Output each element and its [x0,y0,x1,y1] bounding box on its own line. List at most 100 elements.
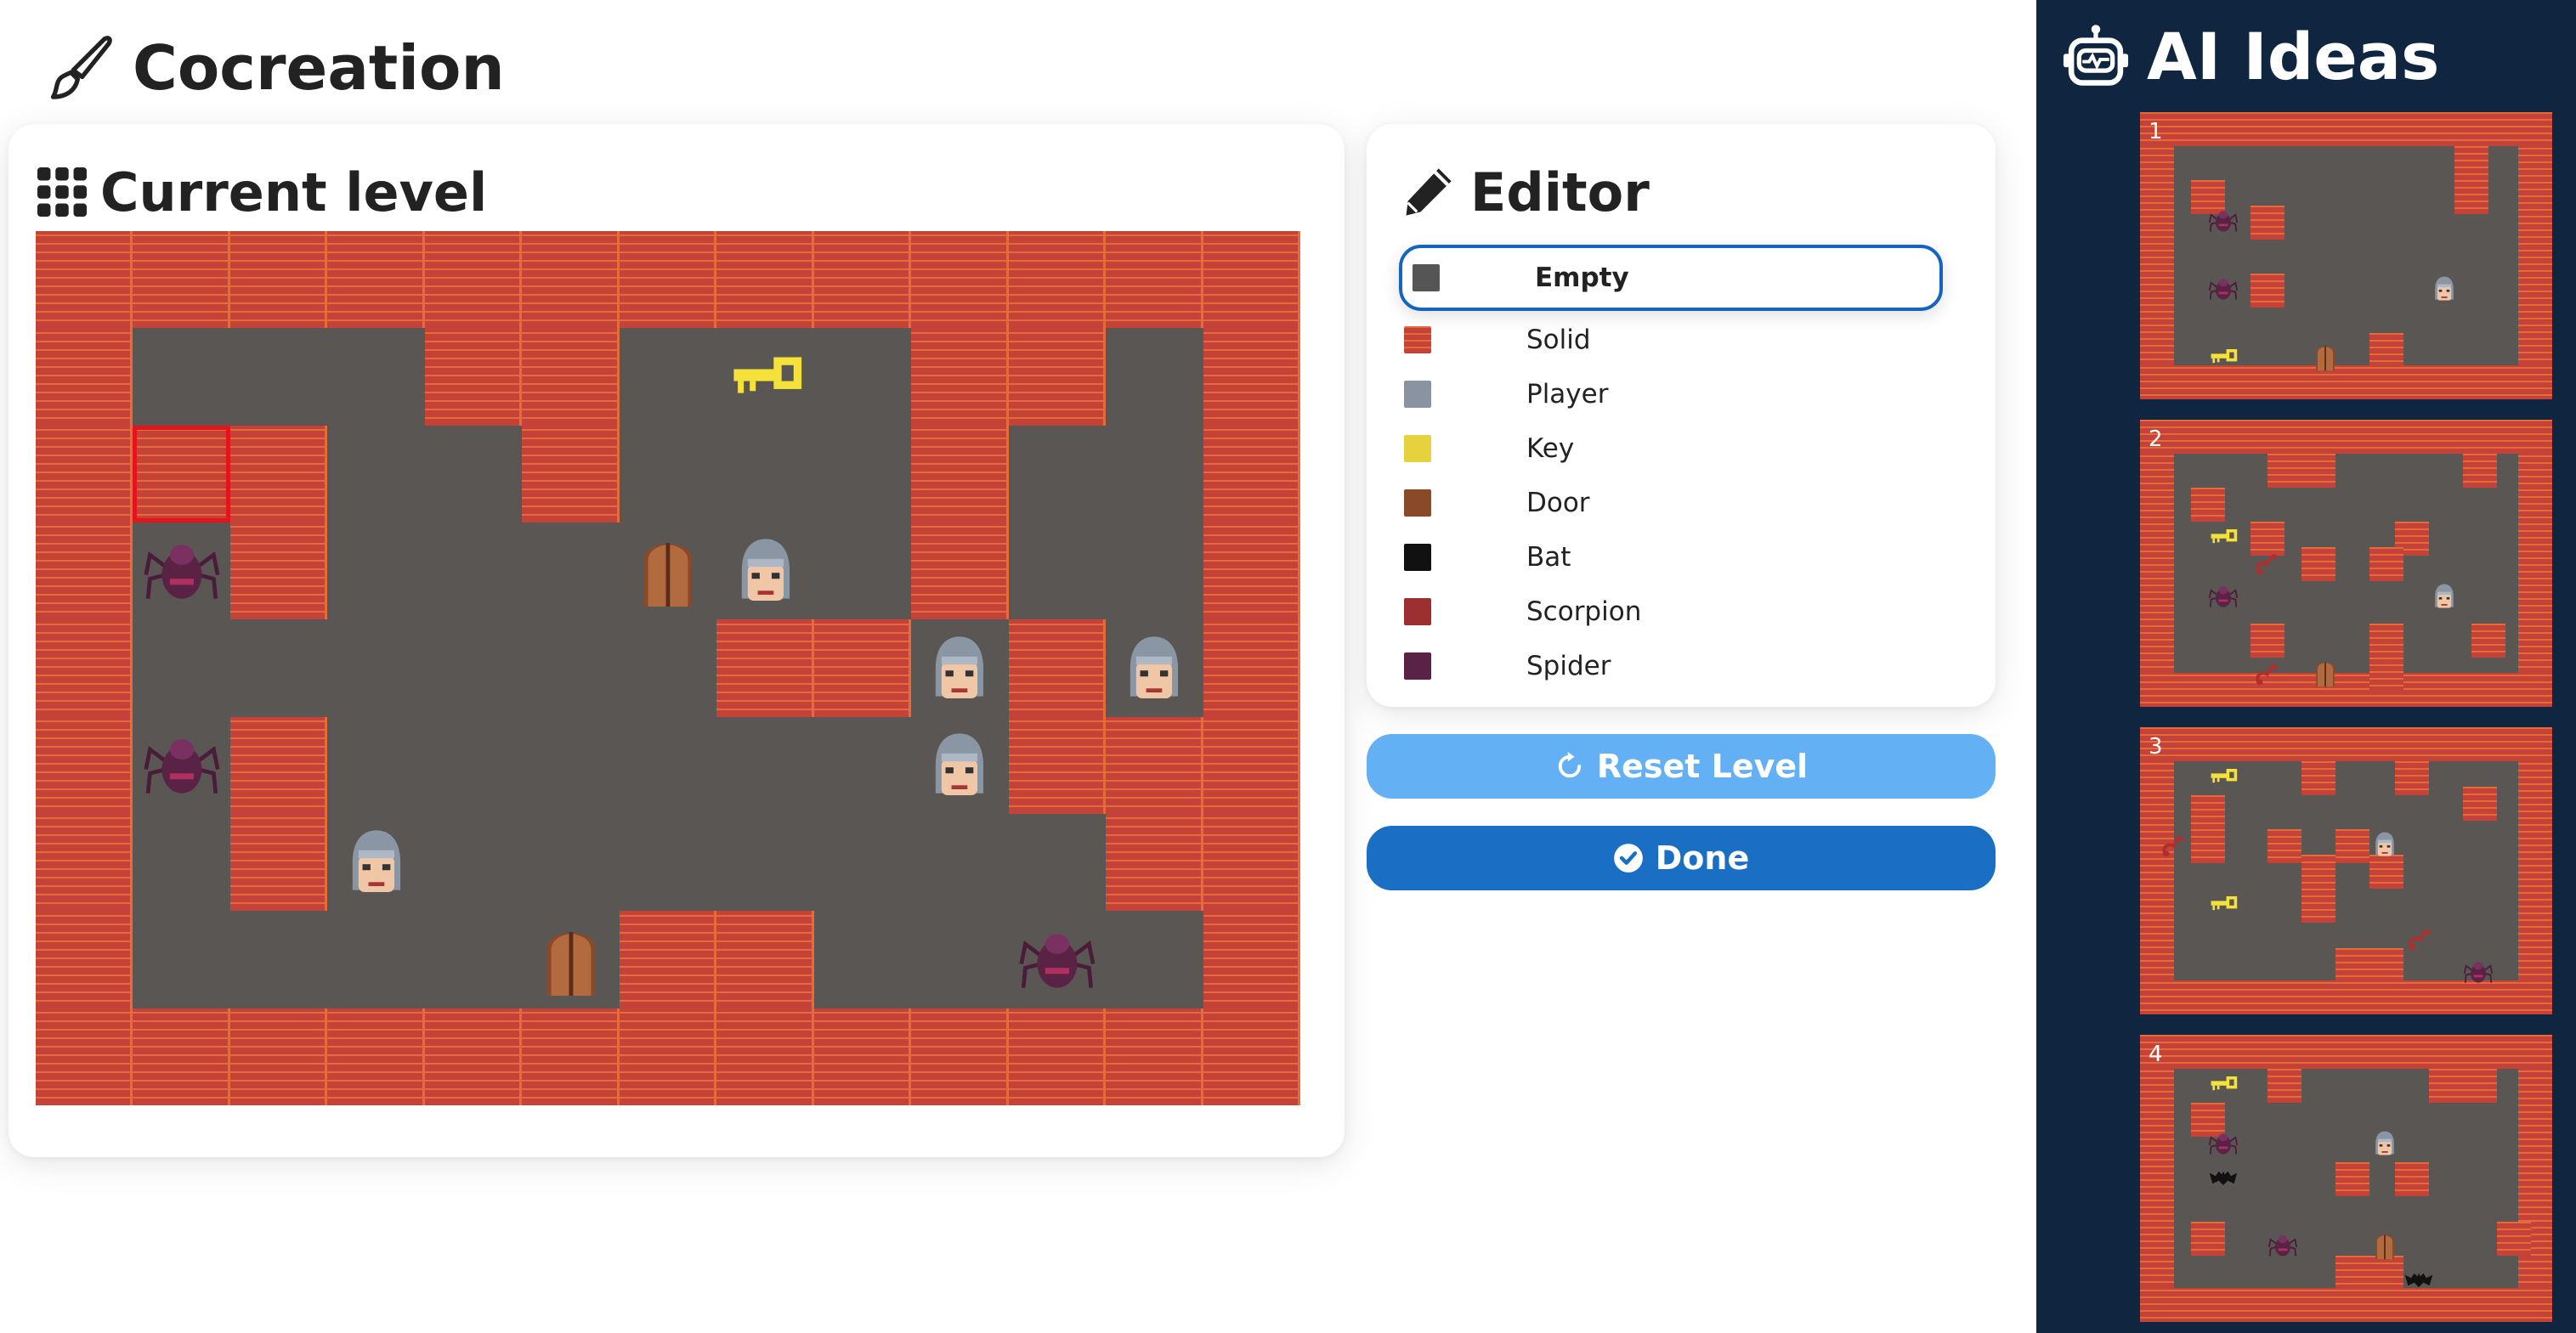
level-cell-solid[interactable] [229,425,328,522]
level-cell-solid[interactable] [716,1008,814,1105]
tile-option-scorpion[interactable]: Scorpion [1399,585,1943,639]
level-cell-solid[interactable] [36,522,133,620]
level-cell-solid[interactable] [1203,522,1300,620]
level-cell-solid[interactable] [522,425,620,522]
level-cell-solid[interactable] [229,231,328,329]
level-cell-solid[interactable] [1008,328,1107,426]
level-cell-solid[interactable] [1106,231,1203,329]
level-cell-empty[interactable] [133,911,230,1008]
level-cell-empty[interactable] [424,522,523,620]
level-cell-empty[interactable] [813,716,912,814]
level-cell-empty[interactable] [424,425,523,522]
level-cell-empty[interactable] [716,425,814,522]
level-cell-solid[interactable] [911,1008,1009,1105]
level-cell-solid[interactable] [1203,619,1300,717]
level-cell-solid[interactable] [1203,716,1300,814]
level-cell-solid[interactable] [911,231,1009,329]
level-cell-empty[interactable] [1106,328,1203,426]
level-cell-solid[interactable] [36,231,133,329]
level-cell-solid[interactable] [813,1008,912,1105]
level-cell-solid[interactable] [36,619,133,717]
level-cell-empty[interactable] [813,522,912,620]
level-cell-empty[interactable] [619,716,717,814]
level-cell-solid[interactable] [1203,425,1300,522]
level-cell-solid[interactable] [327,231,425,329]
level-cell-solid[interactable] [229,1008,328,1105]
level-cell-empty[interactable] [619,328,717,426]
level-cell-empty[interactable] [133,619,230,717]
level-cell-solid[interactable] [716,911,814,1008]
level-cell-empty[interactable] [522,619,620,717]
level-cell-empty[interactable] [1008,425,1107,522]
tile-option-solid[interactable]: Solid [1399,313,1943,367]
level-cell-solid[interactable] [1008,716,1107,814]
level-cell-empty[interactable] [619,814,717,912]
level-cell-solid[interactable] [133,1008,230,1105]
level-cell-empty[interactable] [716,814,814,912]
level-cell-solid[interactable] [36,425,133,522]
level-cell-solid[interactable] [911,425,1009,522]
level-cell-solid[interactable] [424,1008,523,1105]
level-cell-empty[interactable] [1106,522,1203,620]
level-cell-empty[interactable] [1106,911,1203,1008]
level-cell-empty[interactable] [327,619,425,717]
level-cell-solid[interactable] [133,231,230,329]
level-cell-empty[interactable] [716,328,814,426]
tile-option-door[interactable]: Door [1399,476,1943,530]
level-cell-empty[interactable] [911,716,1009,814]
tile-option-empty[interactable]: Empty [1399,245,1943,311]
level-cell-solid[interactable] [327,1008,425,1105]
level-cell-solid[interactable] [1106,716,1203,814]
level-cell-solid[interactable] [1203,231,1300,329]
level-cell-empty[interactable] [911,619,1009,717]
level-cell-solid[interactable] [716,231,814,329]
level-cell-empty[interactable] [619,619,717,717]
level-cell-empty[interactable] [327,328,425,426]
level-cell-solid[interactable] [911,522,1009,620]
level-cell-solid[interactable] [522,1008,620,1105]
level-cell-solid[interactable] [36,814,133,912]
level-cell-empty[interactable] [522,716,620,814]
level-cell-empty[interactable] [229,328,328,426]
level-cell-solid[interactable] [1008,619,1107,717]
level-cell-empty[interactable] [133,814,230,912]
level-cell-empty[interactable] [424,911,523,1008]
level-cell-solid[interactable] [36,328,133,426]
level-cell-solid[interactable] [522,328,620,426]
level-cell-empty[interactable] [813,425,912,522]
level-cell-empty[interactable] [133,716,230,814]
level-cell-empty[interactable] [327,814,425,912]
level-cell-solid[interactable] [813,619,912,717]
tile-option-player[interactable]: Player [1399,367,1943,421]
level-cell-solid[interactable] [813,231,912,329]
level-cell-solid[interactable] [36,1008,133,1105]
level-cell-empty[interactable] [424,716,523,814]
level-cell-solid[interactable] [1203,814,1300,912]
ai-idea-card[interactable]: 1 [2140,112,2552,399]
level-cell-empty[interactable] [1008,911,1107,1008]
level-cell-solid[interactable] [1106,814,1203,912]
level-cell-solid[interactable] [36,716,133,814]
level-cell-empty[interactable] [522,814,620,912]
level-cell-solid[interactable] [619,911,717,1008]
level-cell-solid[interactable] [1106,1008,1203,1105]
reset-level-button[interactable]: Reset Level [1367,734,1996,799]
level-cell-empty[interactable] [619,425,717,522]
level-cell-empty[interactable] [813,814,912,912]
level-cell-empty[interactable] [424,619,523,717]
level-cell-empty[interactable] [327,522,425,620]
level-cell-solid[interactable] [1203,1008,1300,1105]
level-cell-solid[interactable] [911,328,1009,426]
tile-option-spider[interactable]: Spider [1399,639,1943,693]
level-cell-solid[interactable] [424,231,523,329]
level-cell-empty[interactable] [911,814,1009,912]
level-cell-empty[interactable] [327,716,425,814]
level-cell-solid[interactable] [716,619,814,717]
level-cell-empty[interactable] [619,522,717,620]
level-cell-solid[interactable] [1203,328,1300,426]
level-cell-empty[interactable] [1106,619,1203,717]
level-cell-solid[interactable] [1008,1008,1107,1105]
level-cell-selected[interactable] [133,425,231,523]
level-cell-empty[interactable] [522,522,620,620]
level-grid[interactable] [36,231,1300,1105]
